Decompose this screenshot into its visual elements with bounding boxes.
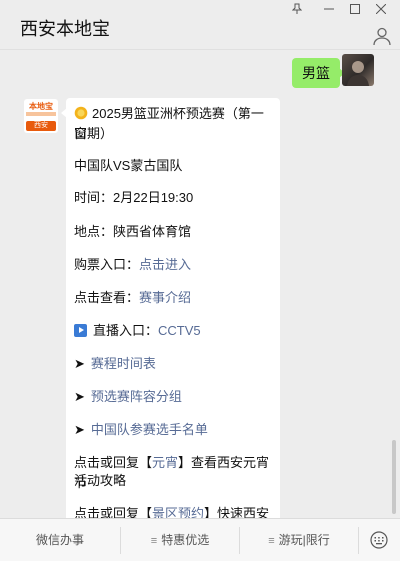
sun-icon [74, 106, 88, 120]
user-message-text: 男篮 [302, 65, 330, 81]
lantern-reply-cont: 活动攻略 [74, 473, 127, 488]
schedule-link[interactable]: 赛程时间表 [91, 356, 156, 371]
menu-travel[interactable]: ≡ 游玩|限行 [240, 519, 358, 561]
roster-link[interactable]: 中国队参赛选手名单 [91, 422, 208, 437]
ticket-row: 购票入口：点击进入 [74, 257, 192, 272]
intro-row: 点击查看：赛事介绍 [74, 290, 192, 305]
scrollbar-thumb[interactable] [392, 440, 396, 514]
menu-divider [358, 527, 359, 554]
menu-wechat-service[interactable]: 微信办事 [0, 519, 120, 561]
arrow-icon: ➤ [74, 422, 85, 437]
groups-row: ➤ 预选赛阵容分组 [74, 387, 272, 407]
pin-icon[interactable] [286, 2, 308, 20]
logo-text: 本地宝 [29, 102, 53, 111]
keyboard-icon[interactable] [370, 531, 388, 549]
live-row: 直播入口：CCTV5 [74, 321, 272, 341]
official-account-avatar[interactable]: 本地宝 西安 [24, 99, 58, 133]
app-title: 西安本地宝 [20, 19, 110, 39]
time-row: 时间：2月22日19:30 [74, 190, 194, 205]
arrow-icon: ➤ [74, 356, 85, 371]
title-bar: 西安本地宝 [0, 0, 400, 50]
groups-link[interactable]: 预选赛阵容分组 [91, 389, 182, 404]
message-bubble: 2025男篮亚洲杯预选赛（第一窗 口期） 中国队VS蒙古国队 时间：2月22日1… [61, 98, 280, 518]
bottom-menu: 微信办事 ≡ 特惠优选 ≡ 游玩|限行 [0, 518, 400, 561]
close-icon[interactable] [370, 2, 392, 20]
booking-reply-row: 点击或回复【景区预约】快速西安热 [74, 504, 272, 518]
lantern-link[interactable]: 元宵 [152, 455, 178, 470]
user-message-bubble[interactable]: 男篮 [292, 58, 345, 88]
schedule-row: ➤ 赛程时间表 [74, 354, 272, 374]
menu-icon: ≡ [150, 535, 158, 547]
play-icon [74, 324, 87, 337]
message-title-cont: 口期） [74, 126, 114, 141]
intro-link[interactable]: 赛事介绍 [139, 290, 191, 305]
chat-area[interactable]: 男篮 本地宝 西安 2025男篮亚洲杯预选赛（第一窗 口期） 中国队VS蒙古国队… [0, 51, 400, 518]
roster-row: ➤ 中国队参赛选手名单 [74, 420, 272, 440]
maximize-icon[interactable] [344, 2, 366, 20]
booking-link[interactable]: 景区预约 [152, 506, 204, 518]
arrow-icon: ➤ [74, 389, 85, 404]
menu-deals[interactable]: ≡ 特惠优选 [121, 519, 239, 561]
logo-city: 西安 [26, 121, 56, 131]
matchup-text: 中国队VS蒙古国队 [74, 158, 183, 173]
minimize-icon[interactable] [318, 2, 340, 20]
user-avatar[interactable] [342, 54, 374, 86]
menu-icon: ≡ [268, 535, 275, 547]
logo-stripe [26, 112, 56, 116]
profile-icon[interactable] [372, 26, 392, 46]
venue-row: 地点：陕西省体育馆 [74, 224, 192, 239]
live-link[interactable]: CCTV5 [158, 323, 201, 338]
ticket-link[interactable]: 点击进入 [139, 257, 191, 272]
